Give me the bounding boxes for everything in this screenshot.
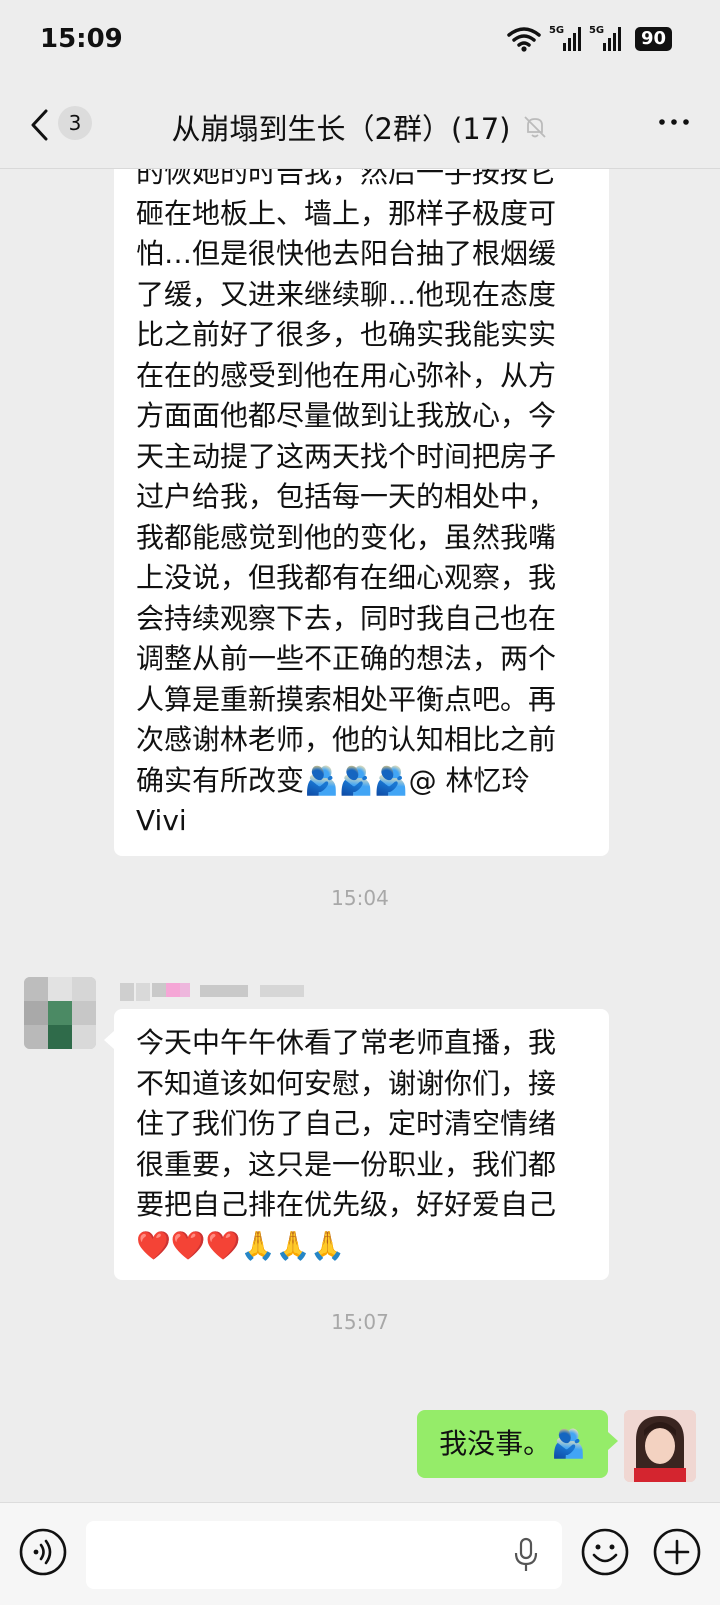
wifi-icon [507, 27, 541, 52]
mute-bell-icon [524, 116, 547, 138]
status-bar: 15:09 5G 5G 90 [0, 0, 720, 82]
message-timestamp: 15:04 [331, 886, 389, 910]
signal-icon: 5G [549, 25, 581, 51]
message-text-input[interactable] [86, 1521, 562, 1589]
sender-avatar[interactable] [24, 977, 96, 1049]
my-avatar[interactable] [624, 1410, 696, 1482]
microphone-icon[interactable] [512, 1537, 540, 1573]
status-time: 15:09 [40, 24, 123, 54]
sender-name [120, 983, 304, 1001]
chat-title: 从崩塌到生长（2群）(17) [171, 112, 511, 146]
message-timestamp: 15:07 [331, 1310, 389, 1334]
status-icons: 5G 5G 90 [507, 25, 672, 52]
my-message-bubble[interactable]: 我没事。🫂 [417, 1410, 618, 1478]
add-plus-icon[interactable] [652, 1527, 702, 1577]
message-bubble[interactable]: 的恢她的时告我，然后一手按按它 砸在地板上、墙上，那样子极度可 怕…但是很快他去… [114, 169, 609, 856]
battery-icon: 90 [634, 27, 672, 51]
voice-input-icon[interactable] [18, 1527, 68, 1577]
more-options-icon[interactable] [656, 112, 692, 132]
chat-header: 3 从崩塌到生长（2群）(17) [0, 82, 720, 169]
signal-icon: 5G [589, 25, 621, 51]
message-input-bar [0, 1502, 720, 1605]
chat-message-list[interactable]: 的恢她的时告我，然后一手按按它 砸在地板上、墙上，那样子极度可 怕…但是很快他去… [0, 169, 720, 1501]
message-bubble[interactable]: 今天中午午休看了常老师直播，我 不知道该如何安慰，谢谢你们，接 住了我们伤了自己… [104, 1009, 609, 1280]
chat-title-row: 从崩塌到生长（2群）(17) [0, 106, 720, 148]
emoji-icon[interactable] [580, 1527, 630, 1577]
